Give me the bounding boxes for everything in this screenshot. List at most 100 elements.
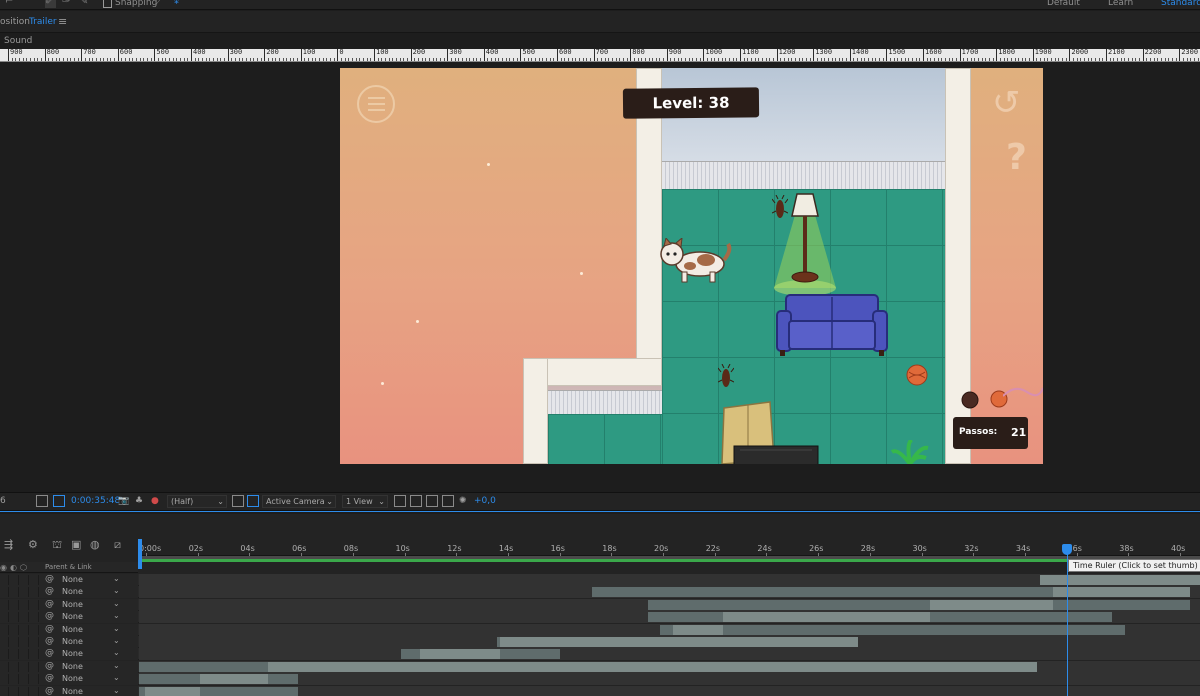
exposure-icon[interactable]: ✺ [459, 496, 467, 506]
graph-editor-icon[interactable]: ⧄ [114, 538, 121, 552]
parent-value[interactable]: None [62, 649, 83, 658]
pick-whip-icon[interactable]: @ [45, 586, 54, 596]
parent-value[interactable]: None [62, 637, 83, 646]
layer-duration-bar[interactable] [268, 674, 298, 685]
layer-switch[interactable] [20, 649, 29, 660]
pick-whip-icon[interactable]: @ [45, 574, 54, 584]
layer-switch[interactable] [30, 637, 39, 647]
layer-switch[interactable] [30, 624, 39, 635]
layer-duration-bar[interactable] [401, 649, 420, 660]
layer-switch[interactable] [10, 649, 19, 660]
layer-switch[interactable] [0, 637, 9, 647]
layer-switch[interactable] [30, 612, 39, 623]
lock-switch-icon[interactable]: ⬡ [20, 563, 27, 572]
layer-switch[interactable] [10, 612, 19, 623]
layer-switch[interactable] [30, 674, 39, 685]
layer-track[interactable] [139, 685, 1200, 696]
layer-track[interactable] [139, 660, 1200, 673]
layer-switch[interactable] [10, 575, 19, 585]
layer-row[interactable]: @ None ⌄ [0, 636, 1200, 648]
layer-switch[interactable] [20, 637, 29, 647]
layer-switch[interactable] [0, 599, 9, 610]
motion-blur-icon[interactable]: ◍ [90, 538, 100, 551]
layer-switch[interactable] [0, 624, 9, 635]
time-ruler[interactable]: 0:00s 02s 04s 06s 08s 10s 12s 14s 16s 18s 20s 22s 24… [139, 536, 1200, 556]
layer-duration-bar[interactable] [500, 637, 858, 647]
layer-switch[interactable] [0, 649, 9, 660]
chevron-down-icon[interactable]: ⌄ [113, 648, 120, 657]
layer-switch[interactable] [20, 599, 29, 610]
layer-track[interactable] [139, 611, 1200, 624]
layer-switch[interactable] [20, 674, 29, 685]
layer-switch[interactable] [0, 575, 9, 585]
parent-link-column-header[interactable]: Parent & Link [45, 563, 92, 571]
layer-switch[interactable] [30, 649, 39, 660]
chevron-down-icon[interactable]: ⌄ [113, 599, 120, 608]
parent-value[interactable]: None [62, 687, 83, 696]
layer-breadcrumb[interactable]: Sound [4, 36, 32, 46]
chevron-down-icon[interactable]: ⌄ [113, 661, 120, 670]
layer-switch[interactable] [0, 661, 9, 672]
layer-duration-bar[interactable] [592, 587, 1053, 598]
layer-switch[interactable] [20, 575, 29, 585]
layer-switch[interactable] [20, 686, 29, 696]
layer-duration-bar[interactable] [1053, 599, 1190, 610]
layer-duration-bar[interactable] [1053, 587, 1190, 598]
chevron-down-icon[interactable]: ⌄ [113, 574, 120, 583]
parent-value[interactable]: None [62, 625, 83, 634]
chevron-down-icon[interactable]: ⌄ [113, 673, 120, 682]
layer-switch[interactable] [10, 686, 19, 696]
layer-row[interactable]: @ None ⌄ [0, 574, 1200, 586]
show-snapshot-icon[interactable]: ♣ [135, 496, 143, 506]
layer-track[interactable] [139, 673, 1200, 686]
layer-switch[interactable] [10, 674, 19, 685]
layer-duration-bar[interactable] [723, 612, 930, 623]
parent-value[interactable]: None [62, 674, 83, 683]
layer-duration-bar[interactable] [673, 624, 723, 635]
viewer-ruler[interactable]: 900 800 700 600 500 400 300 200 100 0 100 200 300 400… [0, 49, 1200, 62]
flowchart-icon[interactable] [442, 495, 454, 507]
snapshot-icon[interactable]: 📷 [118, 496, 129, 506]
layer-duration-bar[interactable] [268, 661, 1037, 672]
pick-whip-icon[interactable]: @ [45, 648, 54, 658]
layer-track[interactable] [139, 636, 1200, 648]
layer-switch[interactable] [30, 661, 39, 672]
region-of-interest-icon[interactable] [232, 495, 244, 507]
parent-value[interactable]: None [62, 612, 83, 621]
layer-switch[interactable] [10, 637, 19, 647]
parent-value[interactable]: None [62, 662, 83, 671]
layer-switch[interactable] [20, 587, 29, 598]
layer-switch[interactable] [20, 624, 29, 635]
layer-duration-bar[interactable] [145, 686, 200, 696]
layer-duration-bar[interactable] [930, 612, 1112, 623]
chevron-down-icon[interactable]: ⌄ [113, 624, 120, 633]
layer-row[interactable]: @ None ⌄ [0, 660, 1200, 673]
camera-dropdown[interactable]: Active Camera ⌄ [262, 495, 336, 508]
layer-duration-bar[interactable] [648, 599, 930, 610]
layer-switch[interactable] [10, 599, 19, 610]
layer-switch[interactable] [20, 661, 29, 672]
layer-duration-bar[interactable] [139, 661, 268, 672]
layer-track[interactable] [139, 623, 1200, 636]
pick-whip-icon[interactable]: @ [45, 611, 54, 621]
comp-mini-flowchart-icon[interactable]: ⇶ [4, 538, 13, 551]
layer-row[interactable]: @ None ⌄ [0, 673, 1200, 686]
video-switch-icon[interactable]: ◉ [0, 563, 7, 572]
layer-switch[interactable] [30, 575, 39, 585]
layer-duration-bar[interactable] [139, 674, 200, 685]
work-area-range[interactable] [139, 559, 1200, 562]
layer-row[interactable]: @ None ⌄ [0, 648, 1200, 661]
pick-whip-icon[interactable]: @ [45, 599, 54, 609]
layer-switch[interactable] [10, 587, 19, 598]
layer-row[interactable]: @ None ⌄ [0, 598, 1200, 611]
undo-icon[interactable]: ↺ [992, 84, 1021, 122]
timeline-link-icon[interactable] [426, 495, 438, 507]
layer-duration-bar[interactable] [200, 674, 268, 685]
layer-row[interactable]: @ None ⌄ [0, 623, 1200, 636]
layer-track[interactable] [139, 648, 1200, 661]
zoom-level[interactable]: 6 [0, 496, 6, 506]
color-channels-icon[interactable]: ● [151, 496, 159, 506]
panel-divider[interactable] [0, 511, 1200, 512]
grid-guide-options-icon[interactable] [36, 495, 48, 507]
parent-value[interactable]: None [62, 587, 83, 596]
